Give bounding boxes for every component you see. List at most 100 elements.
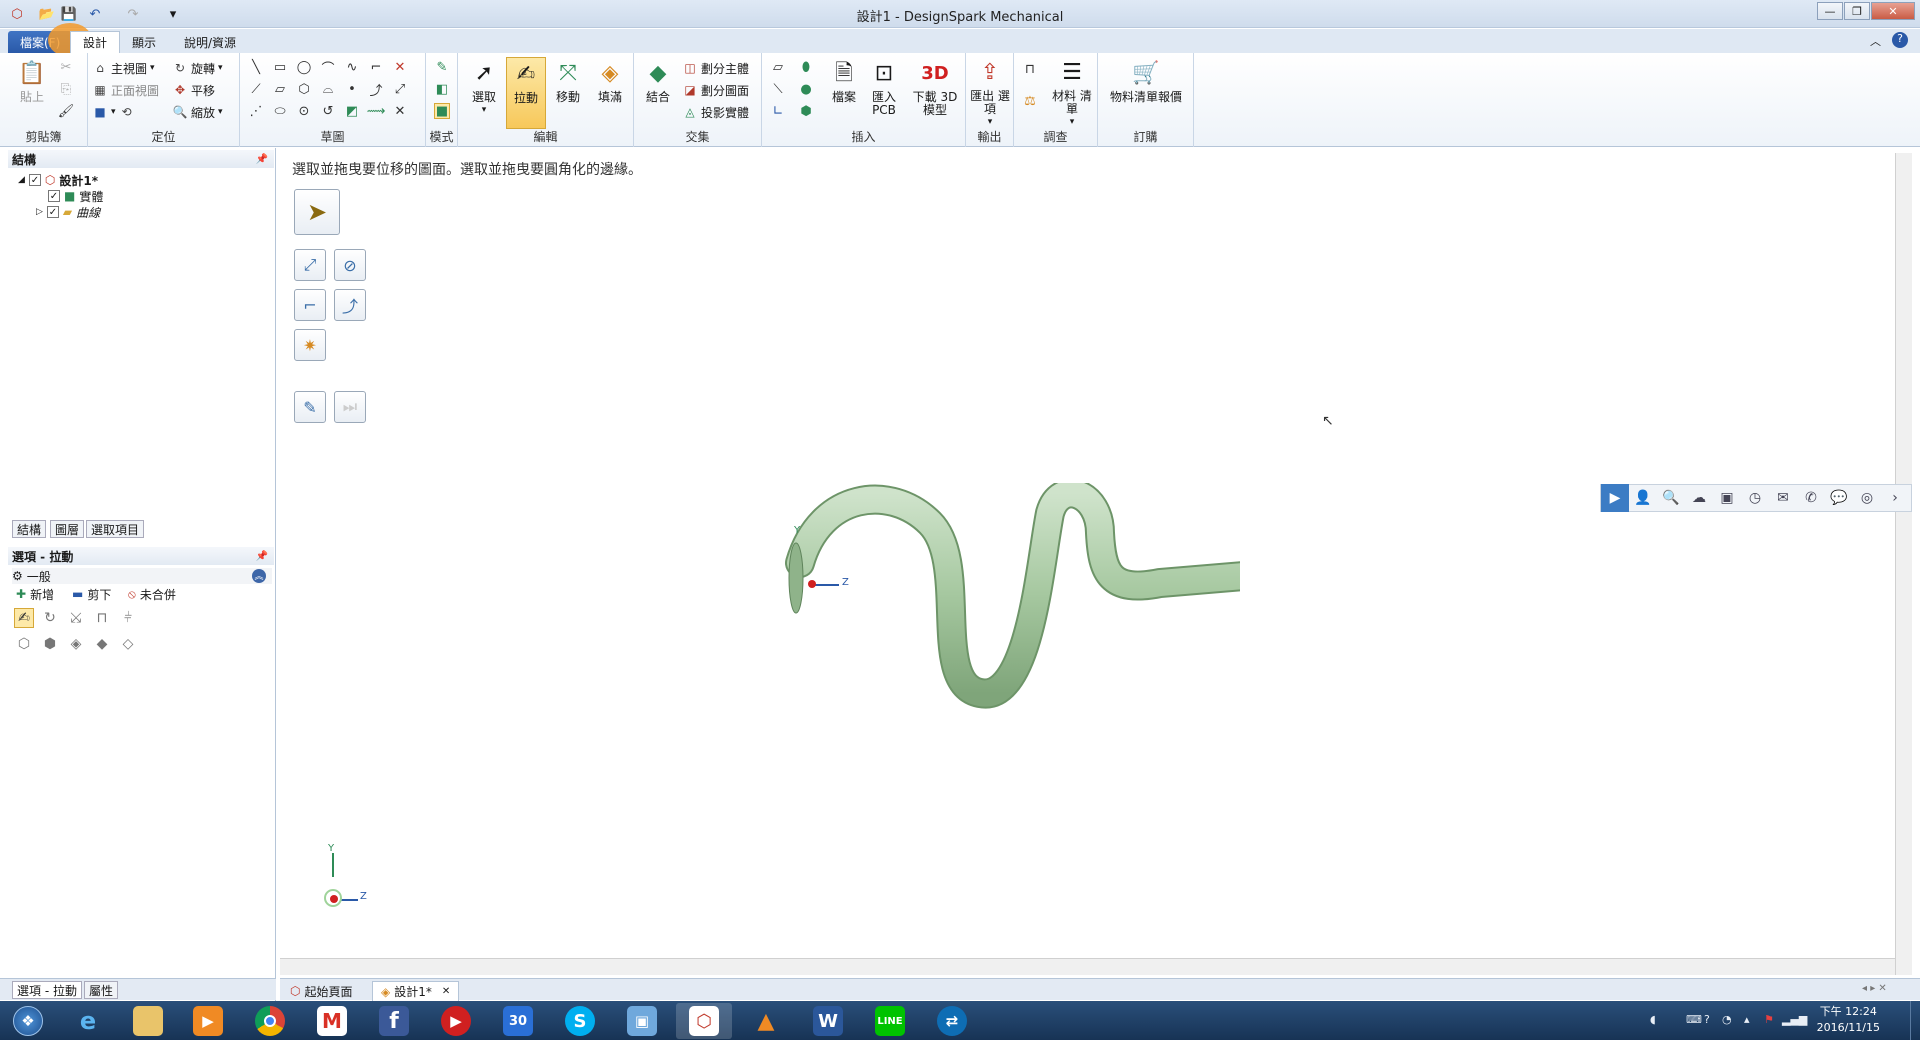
taskbar-calendar[interactable]: 30 <box>490 1003 546 1039</box>
cut-icon[interactable]: ✂ <box>58 59 74 75</box>
tray-help-icon[interactable]: ? <box>1704 1013 1710 1026</box>
tab-properties[interactable]: 屬性 <box>84 981 119 999</box>
revolve-option-icon[interactable]: ↻ <box>40 608 60 628</box>
home-view-button[interactable]: ⌂ 主視圖 ▾ <box>92 59 154 77</box>
collapse-arrow-icon[interactable]: ◢ <box>18 175 25 185</box>
offset-icon[interactable]: ⤴ <box>368 81 384 99</box>
show-desktop-button[interactable] <box>1910 1001 1920 1040</box>
pin-icon[interactable]: 📌 <box>256 551 268 562</box>
front-view-button[interactable]: ▦ 正面視圖 <box>92 81 159 99</box>
close-button[interactable]: ✕ <box>1871 2 1915 20</box>
pan-button[interactable]: ✥ 平移 <box>172 81 215 99</box>
tab-options-pull[interactable]: 選項 - 拉動 <box>12 981 82 999</box>
pull-button[interactable]: ✍ 拉動 <box>506 57 546 129</box>
taskbar-line[interactable]: LINE <box>862 1003 918 1039</box>
no-merge-option[interactable]: ⦸ 未合併 <box>128 586 176 602</box>
format-painter-icon[interactable]: 🖌 <box>58 103 75 119</box>
extend-icon[interactable]: ⤢ <box>392 81 408 97</box>
revolve-axis-icon[interactable]: ⊘ <box>334 249 366 281</box>
taskbar-clock[interactable]: 下午 12:24 2016/11/15 <box>1817 1004 1880 1036</box>
view-cube-button[interactable]: ■ ▾ ⟲ <box>92 103 135 121</box>
start-button[interactable]: ❖ <box>0 1003 56 1039</box>
rectangle-icon[interactable]: ▭ <box>272 59 288 75</box>
tray-expand-icon[interactable]: ▴ <box>1744 1013 1750 1026</box>
sweep-arc-icon[interactable]: ↺ <box>320 103 336 119</box>
origin-icon[interactable]: ∟ <box>770 103 786 119</box>
pin-icon[interactable]: 📌 <box>256 154 268 165</box>
taskbar-teamviewer[interactable]: ⇄ <box>924 1003 980 1039</box>
horizontal-scrollbar[interactable] <box>280 958 1895 975</box>
tray-speaker-icon[interactable]: ◖ <box>1650 1013 1656 1026</box>
export-button[interactable]: ⇪ 匯出 選項 ▾ <box>970 57 1010 129</box>
expand-icon[interactable]: › <box>1881 484 1909 512</box>
spline-icon[interactable]: ∿ <box>344 59 360 75</box>
taskbar-facebook[interactable]: f <box>366 1003 422 1039</box>
paste-button[interactable]: 📋 貼上 <box>12 57 52 129</box>
tab-structure[interactable]: 結構 <box>12 520 47 538</box>
combine-button[interactable]: ◆ 結合 <box>638 57 678 129</box>
taskbar-vlc[interactable]: ▲ <box>738 1003 794 1039</box>
bom-quote-button[interactable]: 🛒 物料清單報價 <box>1102 57 1190 129</box>
pull-direction-icon[interactable]: ⤢ <box>294 249 326 281</box>
cylinder-icon[interactable]: ⬮ <box>798 59 814 75</box>
minimize-button[interactable]: — <box>1817 2 1843 20</box>
maximize-button[interactable]: ❐ <box>1844 2 1870 20</box>
measure-option-icon[interactable]: ◇ <box>118 634 138 654</box>
window-icon[interactable]: ▣ <box>1713 484 1741 512</box>
sphere-icon[interactable]: ● <box>798 81 814 97</box>
cloud-icon[interactable]: ☁ <box>1685 484 1713 512</box>
tab-selection[interactable]: 選取項目 <box>86 520 145 538</box>
3d-mode-icon[interactable]: ■ <box>434 103 450 119</box>
ribbon-collapse-icon[interactable]: ︿ <box>1870 33 1881 49</box>
swept-tube-model[interactable] <box>780 483 1240 733</box>
taskbar-media[interactable]: ▶ <box>180 1003 236 1039</box>
ellipse-icon[interactable]: ⬭ <box>272 103 288 119</box>
blend-option-icon[interactable]: ⫩ <box>118 608 138 628</box>
full-pull-icon[interactable]: ✷ <box>294 329 326 361</box>
chat-icon[interactable]: 💬 <box>1825 484 1853 512</box>
select-tool-icon[interactable]: ➤ <box>294 189 340 235</box>
taskbar-explorer[interactable] <box>120 1003 176 1039</box>
insert-file-button[interactable]: 🗎 檔案 <box>824 57 864 129</box>
mail-icon[interactable]: ✉ <box>1769 484 1797 512</box>
copy-icon[interactable]: ⎘ <box>58 81 74 97</box>
bend-icon[interactable]: ⟿ <box>367 103 386 119</box>
tab-nav-icons[interactable]: ◂ ▸ ✕ <box>1862 983 1887 994</box>
split-face-button[interactable]: ◪ 劃分圖面 <box>682 81 749 99</box>
tree-root[interactable]: ◢ ✓ ⬡ 設計1* <box>18 172 98 188</box>
tab-display[interactable]: 顯示 <box>120 31 168 53</box>
project-body-button[interactable]: ◬ 投影實體 <box>682 103 749 121</box>
add-option[interactable]: ✚ 新增 <box>16 586 54 602</box>
help-icon[interactable]: ? <box>1892 32 1908 48</box>
split-line-icon[interactable]: ✕ <box>392 103 408 119</box>
tree-checkbox[interactable]: ✓ <box>48 190 60 202</box>
pivot-option-icon[interactable]: ◈ <box>66 634 86 654</box>
vertical-scrollbar[interactable] <box>1895 153 1912 975</box>
trim-icon[interactable]: ✕ <box>392 59 408 75</box>
phone-icon[interactable]: ✆ <box>1797 484 1825 512</box>
search-icon[interactable]: 🔍 <box>1657 484 1685 512</box>
zoom-button[interactable]: 🔍 縮放 ▾ <box>172 103 223 121</box>
measure-icon[interactable]: ⊓ <box>1022 61 1038 77</box>
select-button[interactable]: ➚ 選取 ▾ <box>464 57 504 129</box>
shell-icon[interactable]: ⬢ <box>798 103 814 119</box>
user-icon[interactable]: 👤 <box>1629 484 1657 512</box>
complete-icon[interactable]: ✎ <box>294 391 326 423</box>
axis-icon[interactable]: ⟍ <box>770 81 786 97</box>
import-pcb-button[interactable]: ⊡ 匯入 PCB <box>864 57 904 129</box>
taskbar-skype[interactable]: S <box>552 1003 608 1039</box>
copy-option-icon[interactable]: ⬢ <box>40 634 60 654</box>
mass-icon[interactable]: ⚖ <box>1022 93 1038 109</box>
taskbar-remote[interactable]: ▣ <box>614 1003 670 1039</box>
options-section-general[interactable]: ⚙ 一般 ︽ <box>12 568 272 584</box>
tray-signal-icon[interactable]: ▂▄▆ <box>1782 1013 1807 1026</box>
rotate-button[interactable]: ↻ 旋轉 ▾ <box>172 59 223 77</box>
clock-icon[interactable]: ◷ <box>1741 484 1769 512</box>
corner-icon[interactable]: ⌐ <box>368 59 384 75</box>
point-icon[interactable]: • <box>344 81 360 97</box>
plane-icon[interactable]: ▱ <box>770 59 786 75</box>
tab-start-page[interactable]: ⬡ 起始頁面 <box>282 981 361 1001</box>
taskbar-word[interactable]: W <box>800 1003 856 1039</box>
tree-checkbox[interactable]: ✓ <box>28 174 41 186</box>
tab-design1[interactable]: ◈ 設計1* ✕ <box>372 981 460 1001</box>
